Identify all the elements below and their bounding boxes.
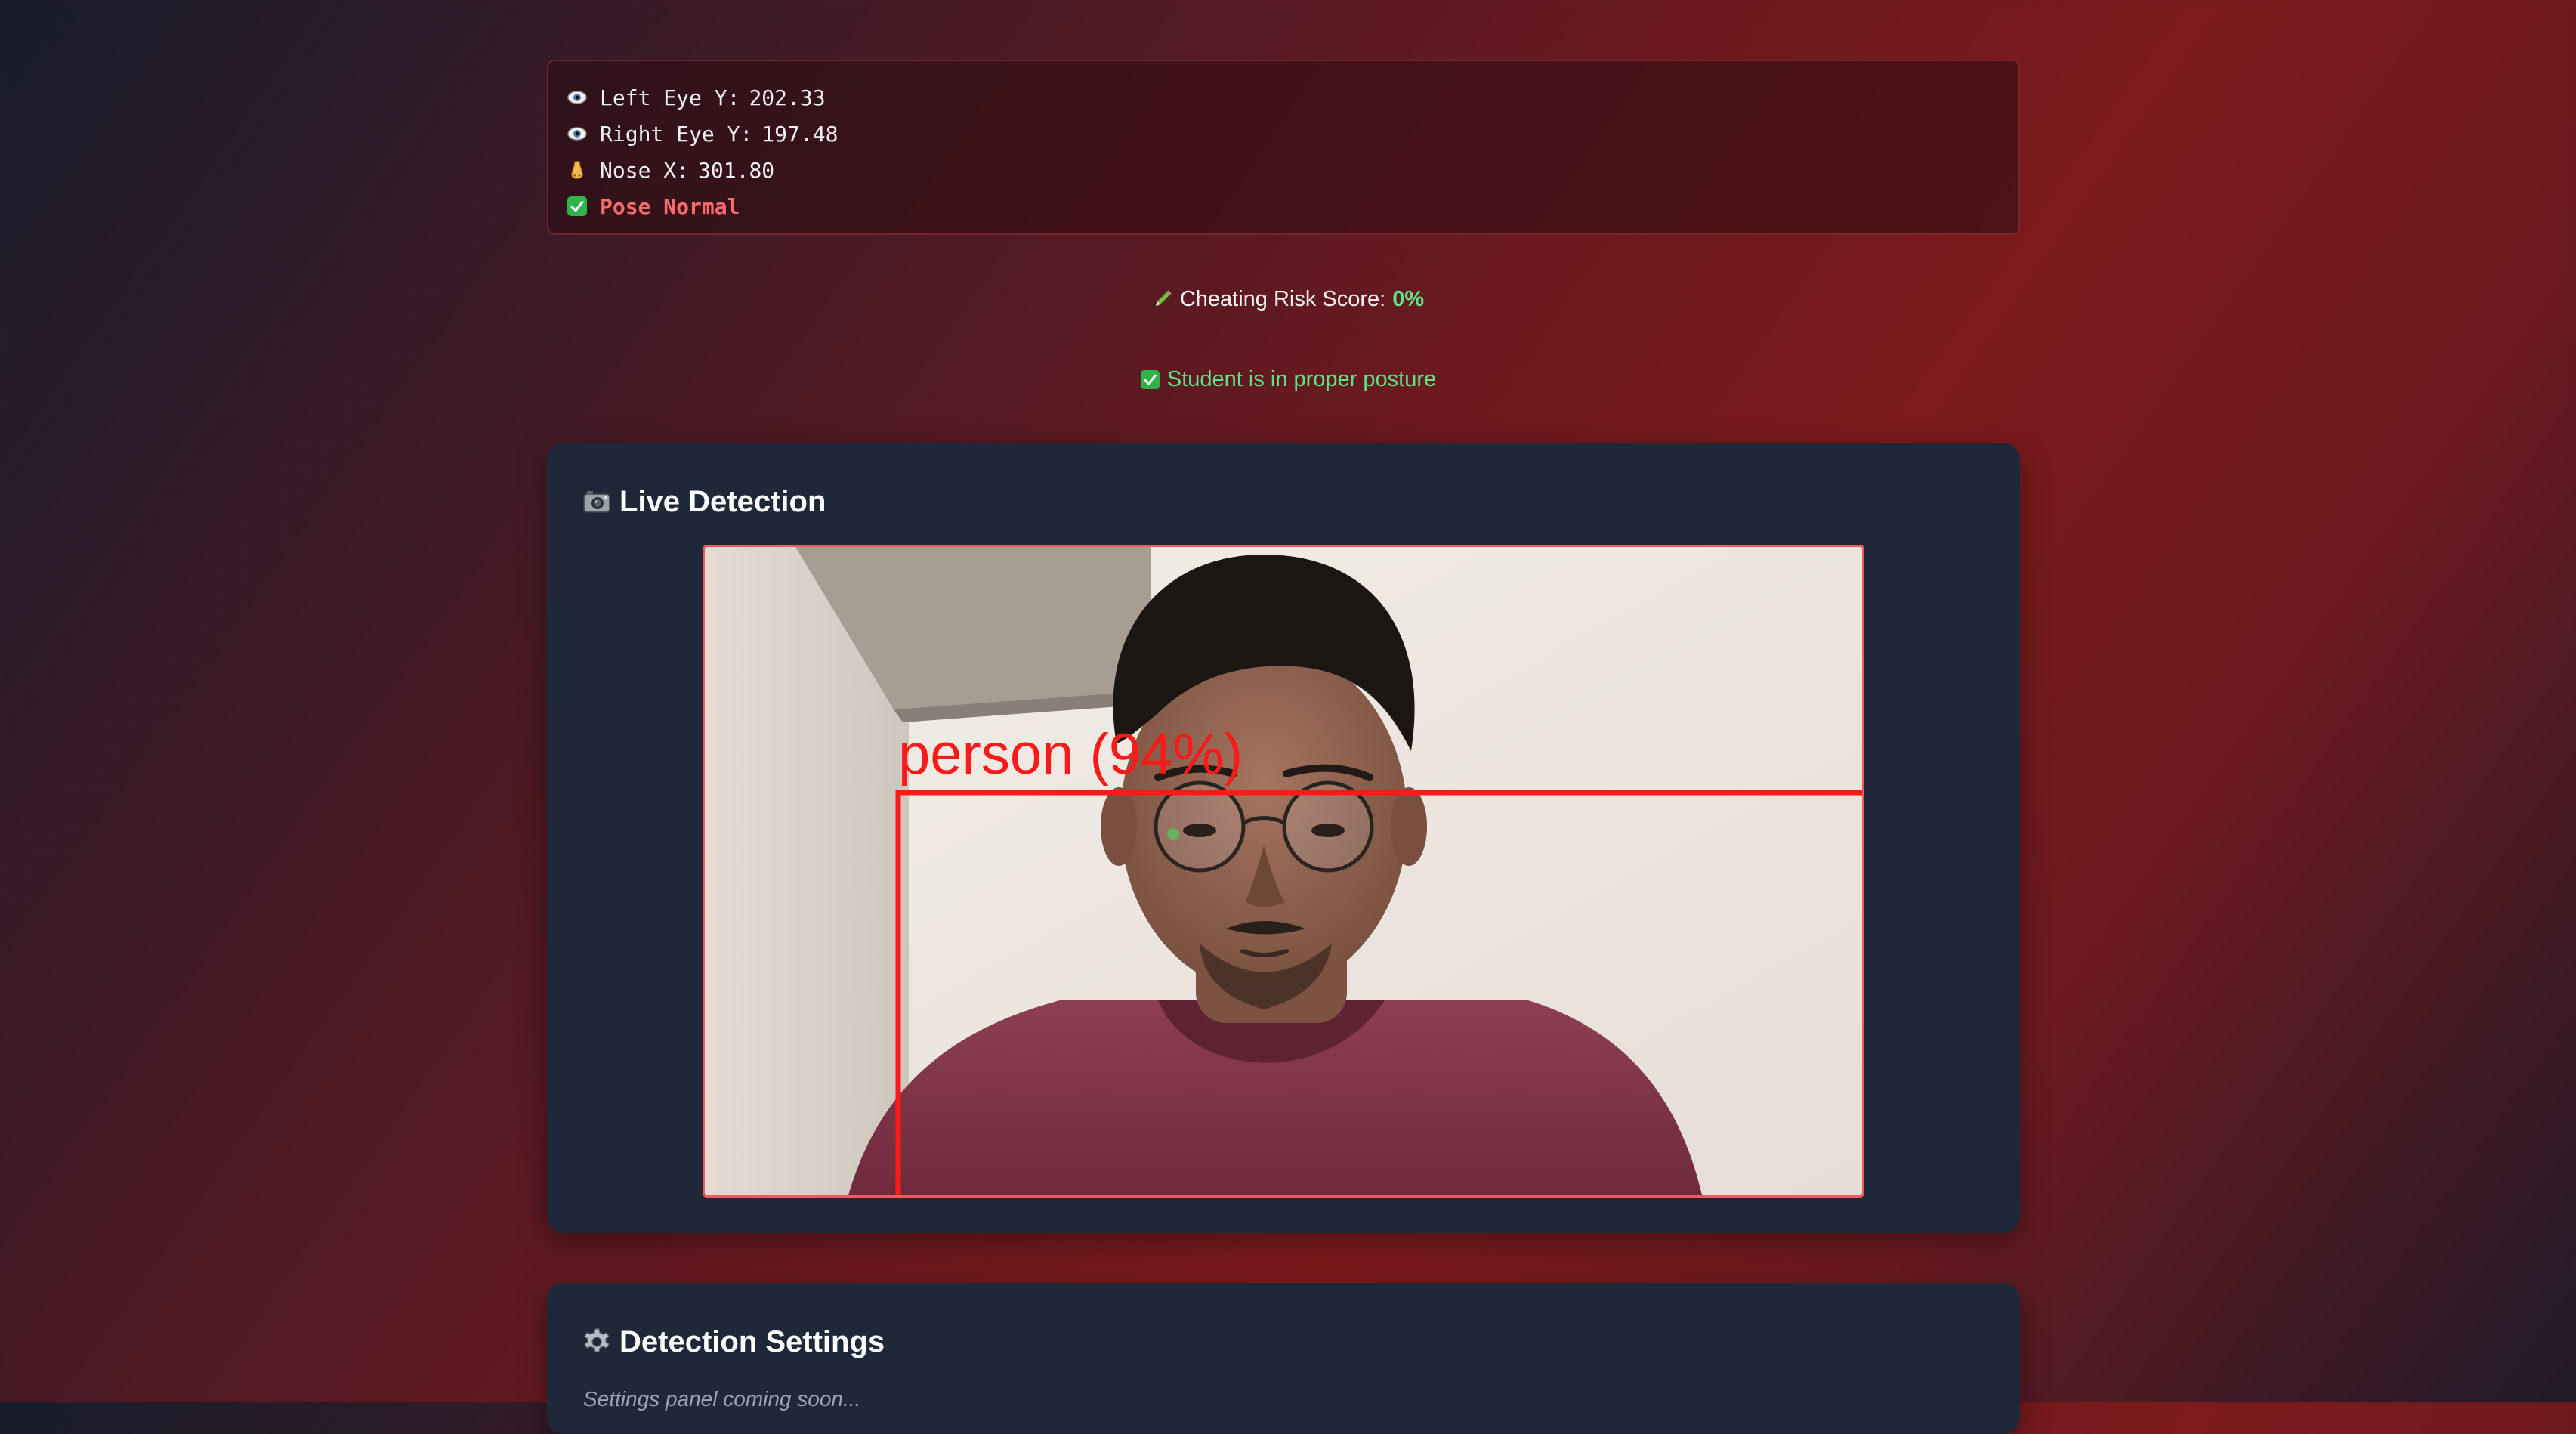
detection-label: person (94%): [898, 722, 1243, 787]
check-icon: [1140, 369, 1160, 389]
left-eye-label: Left Eye Y:: [600, 85, 740, 110]
live-detection-title-text: Live Detection: [619, 484, 826, 518]
eye-icon: [567, 91, 587, 104]
nose-value: 301.80: [698, 157, 775, 183]
posture-message: Student is in proper posture: [0, 363, 2576, 396]
pencil-icon: [1154, 290, 1172, 307]
right-eye-value: 197.48: [761, 121, 839, 147]
live-detection-title: Live Detection: [582, 477, 826, 526]
risk-score-label: Cheating Risk Score:: [1179, 286, 1386, 311]
webcam-feed: person (94%): [703, 545, 1864, 1198]
posture-message-text: Student is in proper posture: [1166, 366, 1437, 391]
settings-placeholder-text: Settings panel coming soon...: [583, 1387, 861, 1411]
webcam-image: person (94%): [705, 547, 1862, 1195]
risk-score: Cheating Risk Score: 0%: [0, 283, 2576, 316]
left-eye-value: 202.33: [749, 85, 826, 110]
pose-stats-panel: Left Eye Y: 202.33 Right Eye Y: 197.48 N…: [547, 60, 2020, 235]
detection-settings-title-text: Detection Settings: [619, 1324, 885, 1358]
nose-icon: [571, 161, 583, 179]
nose-label: Nose X:: [600, 157, 690, 183]
gear-icon: [584, 1328, 610, 1352]
eye-icon: [567, 127, 587, 141]
detection-settings-title: Detection Settings: [582, 1318, 885, 1366]
right-eye-label: Right Eye Y:: [600, 121, 753, 147]
camera-icon: [583, 491, 610, 513]
nose-stat: Nose X: 301.80: [567, 152, 2018, 188]
pose-status-stat: Pose Normal: [567, 188, 2018, 224]
risk-score-value: 0%: [1392, 286, 1425, 311]
check-icon: [567, 196, 587, 216]
pose-status-text: Pose Normal: [600, 193, 740, 219]
left-eye-stat: Left Eye Y: 202.33: [567, 79, 2018, 116]
right-eye-stat: Right Eye Y: 197.48: [567, 116, 2018, 152]
